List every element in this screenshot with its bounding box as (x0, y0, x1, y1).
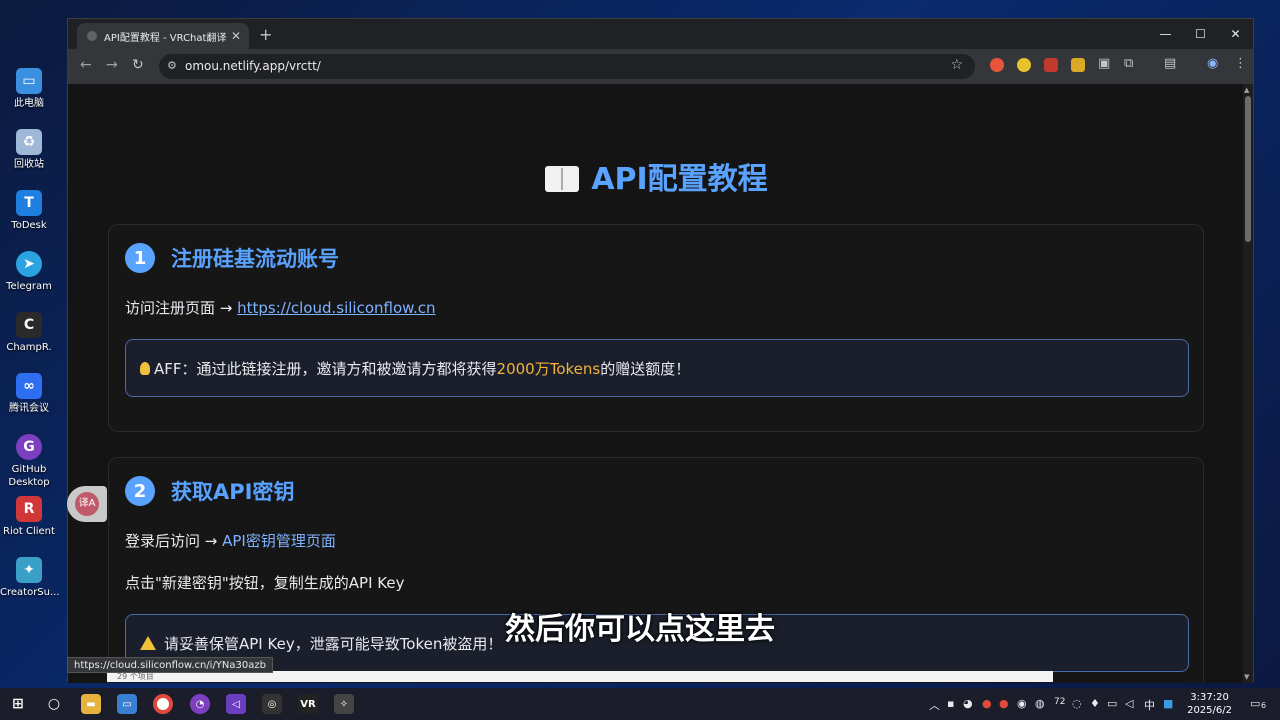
app-icon-6[interactable]: ◎ (262, 694, 282, 714)
vr-app-icon[interactable]: VR (298, 694, 318, 714)
temperature-readout: 72 (1054, 697, 1066, 707)
microphone-icon[interactable]: ♦ (1090, 697, 1100, 710)
network-icon[interactable]: ▭ (1107, 697, 1117, 710)
taskbar: ⊞ ○ ▬ ▭ ◔ ◁ ◎ VR ✧ ︿ ▪ ◕ ● ● ◉ ◍ 72 ◌ ♦ … (0, 688, 1280, 720)
volume-icon[interactable]: ◁ (1125, 697, 1133, 710)
bookmark-star-icon[interactable]: ☆ (950, 57, 963, 73)
video-subtitle: 然后你可以点这里去 (505, 612, 775, 647)
desktop-icon-riot-client[interactable]: R Riot Client (0, 496, 58, 538)
desktop-icon-champr[interactable]: C ChampR. (0, 312, 58, 354)
section-card-register: 1 注册硅基流动账号 访问注册页面 → https://cloud.silico… (108, 224, 1204, 432)
desktop-icon-telegram[interactable]: ➤ Telegram (0, 251, 58, 293)
translate-icon: 译A (75, 492, 99, 516)
register-line: 访问注册页面 → https://cloud.siliconflow.cn (125, 299, 436, 317)
tab-strip: API配置教程 - VRChat翻译工具 ✕ + — ☐ ✕ (68, 19, 1253, 49)
translate-float-button[interactable]: 译A (67, 486, 107, 522)
page-viewport: API配置教程 1 注册硅基流动账号 访问注册页面 → https://clou… (68, 84, 1245, 683)
page-title: API配置教程 (68, 154, 1245, 198)
tray-app-icon-5[interactable]: ◉ (1017, 697, 1027, 710)
book-icon (545, 166, 580, 192)
section-heading: 2 获取API密钥 (125, 476, 294, 506)
minimize-icon[interactable]: — (1148, 19, 1183, 49)
notification-count: 6 (1261, 701, 1267, 710)
discord-icon[interactable]: ◕ (963, 697, 973, 710)
clock[interactable]: 3:37:20 2025/6/2 (1187, 691, 1232, 717)
scrollbar-thumb[interactable] (1245, 96, 1251, 242)
api-key-page-link[interactable]: API密钥管理页面 (222, 532, 336, 550)
desktop-icon-tencent-meeting[interactable]: ∞ 腾讯会议 (0, 373, 58, 415)
input-method-indicator[interactable]: 中 (1144, 697, 1155, 713)
computer-icon: ▭ (16, 68, 42, 94)
github-desktop-icon: G (16, 434, 42, 460)
steam-icon[interactable]: ◍ (1035, 697, 1045, 710)
reload-icon[interactable]: ↻ (132, 57, 144, 73)
desktop-icon-todesk[interactable]: T ToDesk (0, 190, 58, 232)
tab-title: API配置教程 - VRChat翻译工具 (104, 32, 227, 44)
link-hover-status: https://cloud.siliconflow.cn/i/YNa30azb (67, 657, 273, 673)
telegram-icon: ➤ (16, 251, 42, 277)
profile-icon[interactable]: ◉ (1207, 56, 1218, 71)
riot-client-icon: R (16, 496, 42, 522)
app-icon-2[interactable]: ▭ (117, 694, 137, 714)
siliconflow-link[interactable]: https://cloud.siliconflow.cn (237, 299, 435, 317)
new-tab-icon[interactable]: + (259, 25, 272, 44)
back-icon[interactable]: ← (80, 57, 92, 73)
maximize-icon[interactable]: ☐ (1183, 19, 1218, 49)
scroll-up-icon[interactable]: ▲ (1244, 86, 1249, 94)
extension-5-icon[interactable]: ▣ (1098, 56, 1110, 71)
search-icon[interactable]: ○ (44, 694, 64, 714)
github-icon[interactable]: ◔ (190, 694, 210, 714)
section-heading: 1 注册硅基流动账号 (125, 243, 339, 273)
browser-window: API配置教程 - VRChat翻译工具 ✕ + — ☐ ✕ ← → ↻ ⚙ o… (67, 18, 1254, 683)
side-panel-icon[interactable]: ▤ (1164, 56, 1176, 71)
url-text: omou.netlify.app/vrctt/ (185, 59, 321, 73)
extension-2-icon[interactable] (1017, 58, 1031, 72)
creatorsuite-icon: ✦ (16, 557, 42, 583)
site-info-icon[interactable]: ⚙ (167, 59, 177, 72)
visual-studio-icon[interactable]: ◁ (226, 694, 246, 714)
recycle-bin-icon: ♻ (16, 129, 42, 155)
tencent-meeting-icon: ∞ (16, 373, 42, 399)
close-window-icon[interactable]: ✕ (1218, 19, 1253, 49)
vertical-scrollbar[interactable]: ▲ ▼ (1243, 84, 1253, 683)
tray-app-icon-7[interactable]: ◌ (1072, 697, 1082, 710)
notification-icon[interactable]: ▭ (1250, 697, 1260, 710)
aff-note: AFF：通过此链接注册，邀请方和被邀请方都将获得 2000万Tokens 的赠送额度… (125, 339, 1189, 397)
chrome-icon[interactable] (153, 694, 173, 714)
menu-icon[interactable]: ⋮ (1234, 56, 1247, 71)
login-line: 登录后访问 → API密钥管理页面 (125, 532, 336, 550)
lightbulb-icon (140, 361, 150, 375)
desktop-icon-creatorsuite[interactable]: ✦ CreatorSu... (0, 557, 60, 599)
desktop-icon-github-desktop[interactable]: G GitHub Desktop (0, 434, 58, 489)
extension-1-icon[interactable] (990, 58, 1004, 72)
instruction-text: 点击"新建密钥"按钮，复制生成的API Key (125, 574, 405, 592)
tray-app-icon-4[interactable]: ● (999, 697, 1009, 710)
extension-4-icon[interactable] (1071, 58, 1085, 72)
window-controls: — ☐ ✕ (1148, 19, 1253, 49)
tab-api-tutorial[interactable]: API配置教程 - VRChat翻译工具 ✕ (77, 23, 249, 49)
file-explorer-icon[interactable]: ▬ (81, 694, 101, 714)
tray-app-icon-1[interactable]: ▪ (947, 697, 954, 710)
tray-app-icon-3[interactable]: ● (982, 697, 992, 710)
favicon-icon (87, 31, 97, 41)
start-windows-icon[interactable]: ⊞ (8, 694, 28, 714)
champr-icon: C (16, 312, 42, 338)
forward-icon[interactable]: → (106, 57, 118, 73)
tray-app-icon-8[interactable]: ■ (1163, 697, 1173, 710)
app-icon-8[interactable]: ✧ (334, 694, 354, 714)
desktop-icon-this-pc[interactable]: ▭ 此电脑 (0, 68, 58, 110)
browser-toolbar: ← → ↻ ⚙ omou.netlify.app/vrctt/ ☆ ▣ ⧉ ▤ … (68, 49, 1253, 84)
tray-expand-icon[interactable]: ︿ (929, 697, 940, 713)
close-tab-icon[interactable]: ✕ (231, 29, 241, 43)
ublock-icon[interactable] (1044, 58, 1058, 72)
todesk-icon: T (16, 190, 42, 216)
desktop-icon-recycle-bin[interactable]: ♻ 回收站 (0, 129, 58, 171)
extensions-puzzle-icon[interactable]: ⧉ (1124, 56, 1133, 71)
section-card-api-key: 2 获取API密钥 登录后访问 → API密钥管理页面 点击"新建密钥"按钮，复… (108, 457, 1204, 683)
step-number-badge: 1 (125, 243, 155, 273)
step-number-badge: 2 (125, 476, 155, 506)
scroll-down-icon[interactable]: ▼ (1244, 673, 1249, 681)
address-bar[interactable]: ⚙ omou.netlify.app/vrctt/ ☆ (159, 54, 975, 79)
